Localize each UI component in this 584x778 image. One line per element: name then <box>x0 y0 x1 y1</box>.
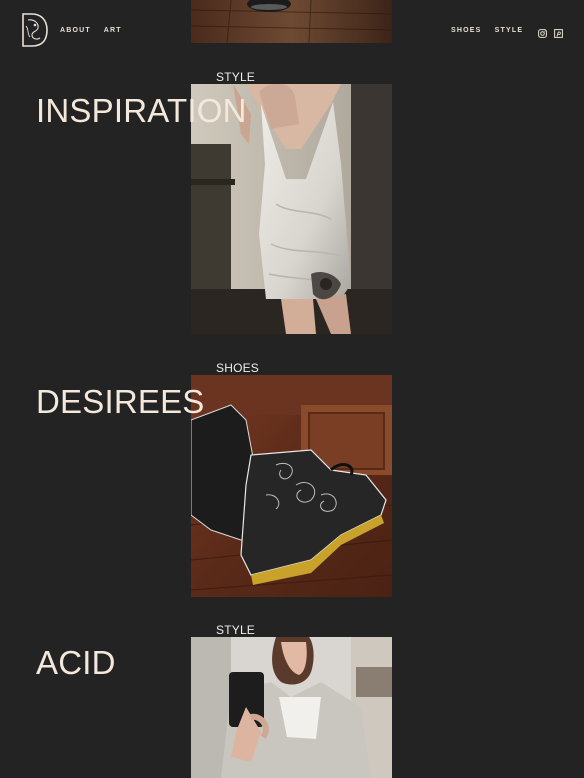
post-category-label[interactable]: STYLE <box>216 623 255 637</box>
pinterest-icon[interactable] <box>554 25 563 38</box>
instagram-icon[interactable] <box>538 25 547 38</box>
previous-post-image[interactable] <box>191 0 392 43</box>
post-category-label[interactable]: STYLE <box>216 70 255 84</box>
nav-about-link[interactable]: ABOUT <box>60 27 91 34</box>
post-category-label[interactable]: SHOES <box>216 361 259 375</box>
post-title[interactable]: DESIREES <box>36 385 205 418</box>
nav-shoes-link[interactable]: SHOES <box>451 27 482 34</box>
post-image-acid[interactable] <box>191 637 392 778</box>
nav-art-link[interactable]: ART <box>104 27 122 34</box>
site-logo[interactable] <box>20 12 48 48</box>
post-image-desirees[interactable] <box>191 375 392 597</box>
nav-style-link[interactable]: STYLE <box>495 27 524 34</box>
primary-nav: ABOUT ART <box>60 27 132 34</box>
category-nav: SHOES STYLE <box>451 27 533 34</box>
post-title[interactable]: ACID <box>36 646 116 679</box>
post-title[interactable]: INSPIRATION <box>36 94 247 127</box>
